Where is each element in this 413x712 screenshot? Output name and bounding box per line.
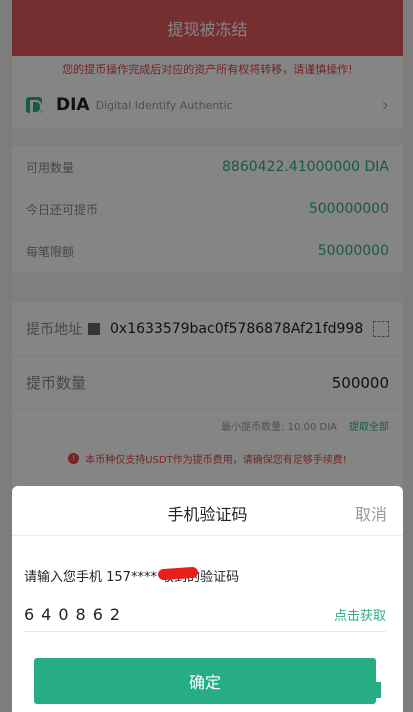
button-edge: [376, 682, 381, 698]
confirm-button[interactable]: 确定: [34, 658, 376, 704]
phone-frame: 提现被冻结 您的提币操作完成后对应的资产所有权将转移，请谨慎操作! DIA Di…: [0, 0, 413, 712]
sheet-header: 手机验证码 取消: [12, 486, 403, 536]
verification-code-input[interactable]: 640862: [24, 605, 127, 624]
cancel-button[interactable]: 取消: [355, 501, 387, 525]
sms-prompt: 请输入您手机 157**** 收到的验证码: [24, 570, 240, 585]
sms-verification-sheet: 手机验证码 取消 请输入您手机 157**** 收到的验证码 640862 点击…: [12, 486, 403, 712]
get-code-button[interactable]: 点击获取: [334, 605, 386, 624]
code-input-row[interactable]: 640862 点击获取: [24, 598, 386, 632]
sheet-title: 手机验证码: [167, 505, 248, 524]
